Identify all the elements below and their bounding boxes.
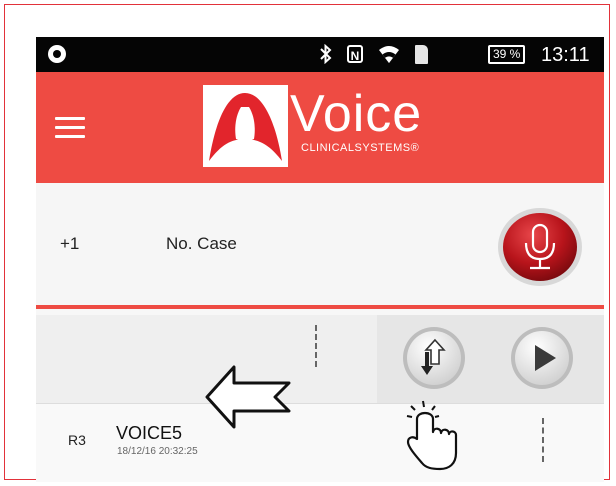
recording-code: R3 bbox=[68, 432, 86, 448]
recording-list-item[interactable]: R3 VOICE5 18/12/16 20:32:25 bbox=[36, 403, 604, 482]
status-icons: N bbox=[319, 42, 428, 66]
case-row: +1 No. Case bbox=[36, 183, 604, 305]
battery-indicator: 39 % bbox=[488, 45, 526, 64]
case-number: +1 bbox=[60, 234, 80, 253]
dashed-separator bbox=[315, 325, 317, 367]
sim-icon bbox=[415, 44, 428, 64]
app-bar: Voice CLINICALSYSTEMS® bbox=[36, 72, 604, 183]
status-time: 13:11 bbox=[541, 44, 590, 66]
play-button[interactable] bbox=[510, 326, 574, 390]
hamburger-menu-icon[interactable] bbox=[55, 117, 85, 138]
status-bar: N 39 % 13:11 bbox=[36, 37, 604, 72]
wifi-icon bbox=[379, 46, 399, 63]
bluetooth-icon bbox=[320, 44, 332, 64]
recording-title: VOICE5 bbox=[116, 423, 183, 443]
upload-download-button[interactable] bbox=[402, 326, 466, 390]
dashed-separator bbox=[542, 418, 544, 462]
logo-title: Voice bbox=[290, 85, 423, 143]
recording-date: 18/12/16 20:32:25 bbox=[117, 446, 198, 457]
record-mic-button[interactable] bbox=[497, 207, 583, 287]
logo-subtitle: CLINICALSYSTEMS® bbox=[301, 142, 420, 154]
voice-logo-icon bbox=[209, 93, 282, 161]
case-label: No. Case bbox=[166, 234, 237, 253]
recording-toolbar bbox=[36, 309, 604, 409]
logo-mark bbox=[203, 85, 288, 167]
nfc-icon: N bbox=[347, 45, 363, 63]
phone-screen: N 39 % 13:11 Voice CLINICALSYSTEMS® +1 N… bbox=[36, 37, 604, 482]
app-notification-icon bbox=[48, 45, 66, 63]
